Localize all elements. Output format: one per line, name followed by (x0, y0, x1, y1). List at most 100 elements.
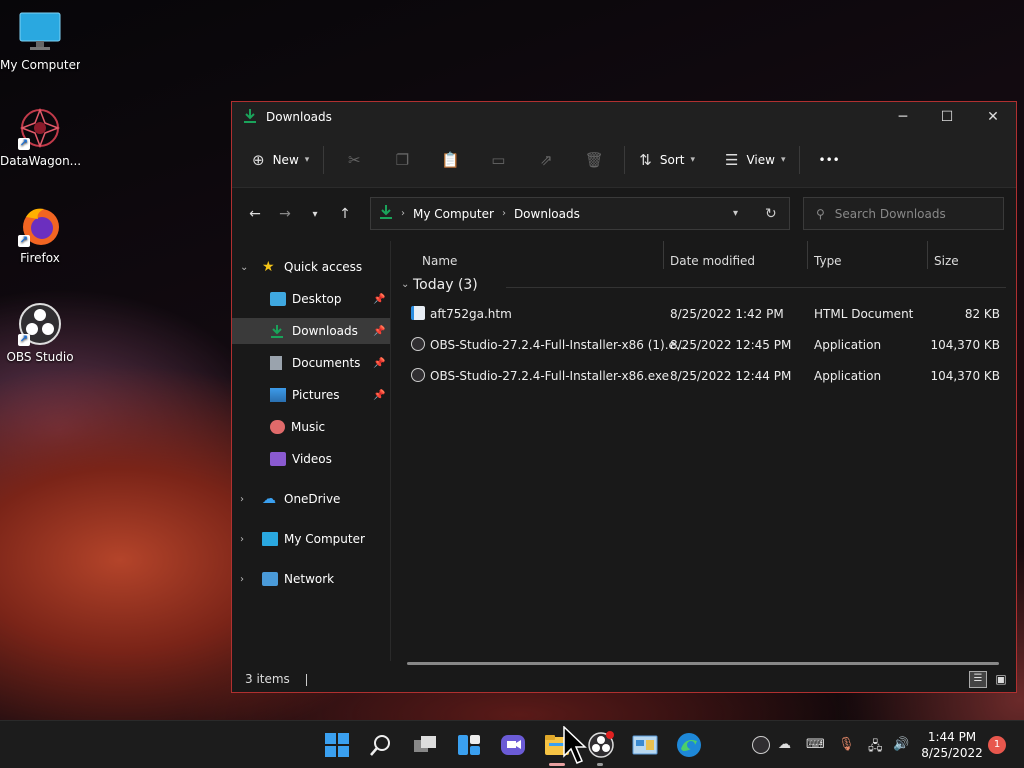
search-box[interactable]: ⚲ Search Downloads (803, 197, 1004, 230)
chevron-right-icon[interactable]: › (240, 494, 244, 505)
network-icon[interactable]: 🖧 (868, 737, 883, 759)
obs-icon (411, 337, 425, 351)
file-row[interactable]: aft752ga.htm 8/25/2022 1:42 PM HTML Docu… (391, 300, 1016, 328)
rename-icon[interactable]: ▭ (474, 151, 522, 169)
music-icon (270, 420, 285, 434)
shortcut-arrow-icon: ↗ (18, 334, 30, 346)
pin-icon[interactable]: 📌 (373, 294, 385, 305)
divider (927, 241, 928, 269)
up-arrow-icon[interactable]: ↑ (330, 206, 360, 222)
edge-icon[interactable] (675, 731, 703, 759)
nav-onedrive[interactable]: › ☁ OneDrive (232, 486, 390, 512)
chevron-right-icon[interactable]: › (240, 534, 244, 545)
column-header-type[interactable]: Type (814, 254, 842, 268)
horizontal-scrollbar[interactable] (407, 662, 999, 665)
keyboard-icon[interactable]: ⌨ (806, 737, 825, 752)
item-count: 3 items (245, 672, 290, 686)
view-button[interactable]: ☰ View ▾ (717, 144, 793, 176)
details-view-icon[interactable]: ☰ (969, 671, 987, 688)
desktop-icon-obs-studio[interactable]: ↗ OBS Studio (0, 302, 80, 364)
chevron-right-icon[interactable]: › (240, 574, 244, 585)
maximize-button[interactable]: ☐ (924, 102, 970, 132)
file-row[interactable]: OBS-Studio-27.2.4-Full-Installer-x86.exe… (391, 362, 1016, 390)
firefox-icon: ↗ (18, 203, 62, 247)
divider (323, 145, 325, 174)
start-icon[interactable] (323, 731, 351, 759)
share-icon[interactable]: ⇗ (522, 151, 570, 169)
nav-item-pictures[interactable]: Pictures 📌 (232, 382, 390, 408)
file-row[interactable]: OBS-Studio-27.2.4-Full-Installer-x86 (1)… (391, 331, 1016, 359)
notification-badge[interactable]: 1 (988, 736, 1006, 754)
pin-icon[interactable]: 📌 (373, 358, 385, 369)
pin-icon[interactable]: 📌 (373, 390, 385, 401)
desktop-icon-firefox[interactable]: ↗ Firefox (0, 203, 80, 265)
title-bar[interactable]: Downloads ─ ☐ ✕ (232, 102, 1016, 132)
address-bar[interactable]: › My Computer › Downloads ▾ ↻ (370, 197, 790, 230)
nav-label: Downloads (292, 324, 358, 338)
nav-item-videos[interactable]: Videos (232, 446, 390, 472)
desktop-icon-my-computer[interactable]: My Computer (0, 10, 80, 72)
chat-icon[interactable] (499, 731, 527, 759)
chevron-down-icon[interactable]: ⌄ (401, 279, 409, 290)
nav-network[interactable]: › Network (232, 566, 390, 592)
nav-label: Videos (292, 452, 332, 466)
forward-arrow-icon[interactable]: → (270, 206, 300, 222)
chevron-down-icon[interactable]: ⌄ (240, 262, 248, 273)
nav-my-computer[interactable]: › My Computer (232, 526, 390, 552)
file-size: 82 KB (964, 307, 1000, 321)
close-button[interactable]: ✕ (970, 102, 1016, 132)
shortcut-arrow-icon: ↗ (18, 138, 30, 150)
file-list: Name Date modified Type Size ⌄ Today (3)… (391, 241, 1016, 661)
nav-item-documents[interactable]: Documents 📌 (232, 350, 390, 376)
running-app-indicator (597, 763, 603, 766)
navigation-pane: ⌄ ★ Quick access Desktop 📌 Downloads 📌 D… (232, 241, 390, 661)
task-view-icon[interactable] (411, 731, 439, 759)
column-header-size[interactable]: Size (934, 254, 959, 268)
search-icon[interactable] (367, 731, 395, 759)
minimize-button[interactable]: ─ (880, 102, 926, 132)
delete-icon[interactable]: 🗑 (570, 151, 618, 169)
microphone-icon[interactable]: 🎙 (838, 737, 855, 752)
chevron-right-icon: › (501, 208, 506, 219)
group-header[interactable]: Today (3) (413, 277, 478, 293)
column-header-name[interactable]: Name (422, 254, 457, 268)
clock[interactable]: 1:44 PM 8/25/2022 (918, 729, 986, 761)
refresh-icon[interactable]: ↻ (765, 206, 777, 222)
nav-item-desktop[interactable]: Desktop 📌 (232, 286, 390, 312)
onedrive-offline-icon[interactable]: ☁ (778, 737, 791, 752)
chevron-right-icon: › (401, 208, 405, 219)
desktop-icon-datawagon[interactable]: ↗ DataWagon... (0, 106, 80, 168)
divider (305, 673, 307, 686)
file-name: OBS-Studio-27.2.4-Full-Installer-x86.exe (430, 369, 670, 383)
breadcrumb-my-computer[interactable]: My Computer (413, 207, 494, 221)
address-dropdown-icon[interactable]: ▾ (733, 208, 738, 219)
obs-tray-icon[interactable] (752, 736, 770, 754)
more-options-button[interactable]: ••• (810, 144, 847, 176)
breadcrumb-downloads[interactable]: Downloads (514, 207, 580, 221)
new-button[interactable]: ⊕ New ▾ (244, 144, 317, 176)
videos-icon (270, 452, 286, 466)
monitor-icon (262, 532, 278, 546)
divider (506, 287, 1006, 288)
nav-item-downloads[interactable]: Downloads 📌 (232, 318, 390, 344)
back-arrow-icon[interactable]: ← (240, 206, 270, 222)
cut-icon[interactable]: ✂ (330, 151, 378, 169)
nav-label: Network (284, 572, 335, 586)
nav-label: Quick access (284, 260, 363, 274)
copy-icon[interactable]: ❐ (378, 151, 426, 169)
paste-icon[interactable]: 📋 (426, 151, 474, 169)
desktop-icon-label: OBS Studio (6, 350, 74, 364)
column-header-date[interactable]: Date modified (670, 254, 755, 268)
sort-button[interactable]: ⇅ Sort ▾ (631, 144, 703, 176)
nav-quick-access[interactable]: ⌄ ★ Quick access (232, 254, 390, 280)
volume-icon[interactable]: 🔊 (893, 737, 909, 752)
control-panel-icon[interactable] (631, 731, 659, 759)
search-placeholder: Search Downloads (834, 206, 946, 221)
large-icons-view-icon[interactable]: ▣ (992, 671, 1010, 688)
file-type: Application (814, 369, 882, 383)
widgets-icon[interactable] (455, 731, 483, 759)
pin-icon[interactable]: 📌 (373, 326, 385, 337)
nav-item-music[interactable]: Music (232, 414, 390, 440)
recent-locations-chevron-icon[interactable]: ▾ (300, 209, 330, 220)
obs-icon[interactable] (587, 731, 615, 759)
